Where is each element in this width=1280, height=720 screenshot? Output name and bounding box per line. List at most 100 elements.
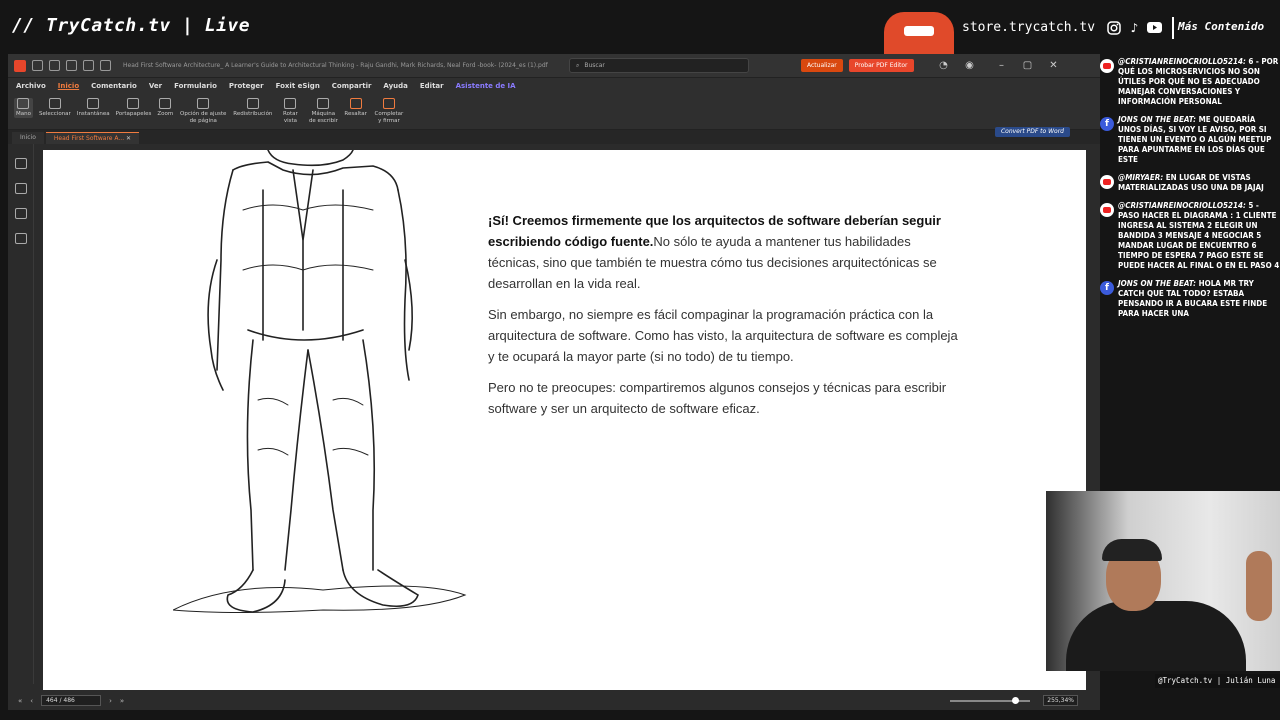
menu-ayuda[interactable]: Ayuda	[383, 82, 407, 90]
highlight-button[interactable]: Resaltar	[344, 98, 367, 118]
attachment-icon[interactable]	[14, 233, 27, 244]
document-tabs: Inicio Head First Software A... ✕ Conver…	[8, 127, 1100, 144]
menu-inicio[interactable]: Inicio	[58, 82, 79, 90]
tab-inicio[interactable]: Inicio	[12, 132, 44, 144]
zoom-level-field[interactable]: 255,34%	[1043, 695, 1078, 706]
minimize-button[interactable]: –	[992, 60, 1012, 71]
page-fit-label: Opción de ajuste de página	[180, 111, 227, 124]
next-page-icon[interactable]: ›	[109, 697, 112, 705]
convert-pdf-to-word-button[interactable]: Convert PDF to Word	[994, 127, 1070, 137]
facebook-icon	[1100, 281, 1114, 295]
menu-foxit-esign[interactable]: Foxit eSign	[276, 82, 320, 90]
search-placeholder: Buscar	[584, 62, 605, 69]
paragraph-3: Pero no te preocupes: compartiremos algu…	[488, 380, 947, 416]
stream-title: // TryCatch.tv | Live	[12, 15, 251, 36]
chat-text: JONS ON THE BEAT: ME QUEDARÍA UNOS DÍAS,…	[1118, 115, 1280, 165]
snapshot-label: Instantánea	[76, 111, 110, 117]
app-logo-icon	[14, 59, 26, 72]
prev-page-icon[interactable]: ‹	[30, 697, 33, 705]
search-icon: ⌕	[576, 61, 580, 69]
chat-body: 5 - PASO HACER EL DIAGRAMA : 1 CLIENTE I…	[1118, 201, 1280, 270]
pages-icon[interactable]	[14, 183, 27, 194]
snapshot-button[interactable]: Instantánea	[77, 98, 110, 118]
reflow-icon	[246, 98, 259, 109]
pdf-reader-window: Head First Software Architecture_ A Lear…	[8, 54, 1100, 710]
tab-document[interactable]: Head First Software A... ✕	[45, 132, 140, 144]
maximize-button[interactable]: ▢	[1018, 60, 1038, 71]
save-icon[interactable]	[49, 60, 60, 71]
redo-icon[interactable]	[100, 60, 111, 71]
last-page-icon[interactable]: »	[120, 697, 124, 705]
chat-username: @CRISTIANREINOCRIOLLO5214:	[1118, 201, 1246, 210]
chat-username: @MIRYAER:	[1118, 173, 1164, 182]
clipboard-icon	[127, 98, 140, 109]
menu-proteger[interactable]: Proteger	[229, 82, 264, 90]
update-button[interactable]: Actualizar	[801, 59, 843, 72]
undo-icon[interactable]	[83, 60, 94, 71]
tiktok-icon: ♪	[1130, 20, 1139, 35]
menu-archivo[interactable]: Archivo	[16, 82, 46, 90]
status-bar: « ‹ 464 / 486 › » 255,34%	[8, 691, 1100, 710]
close-tab-icon[interactable]: ✕	[126, 135, 131, 142]
page-text: ¡Sí! Creemos firmemente que los arquitec…	[488, 210, 958, 429]
first-page-icon[interactable]: «	[18, 697, 22, 705]
title-bar: Head First Software Architecture_ A Lear…	[8, 54, 1100, 78]
try-pdf-editor-button[interactable]: Probar PDF Editor	[848, 59, 914, 72]
menu-comentario[interactable]: Comentario	[91, 82, 137, 90]
paragraph-1: ¡Sí! Creemos firmemente que los arquitec…	[488, 210, 958, 294]
fill-sign-label: Completar y firmar	[374, 111, 404, 124]
chat-text: @MIRYAER: EN LUGAR DE VISTAS MATERIALIZA…	[1118, 173, 1280, 193]
search-input[interactable]: ⌕ Buscar	[569, 58, 749, 73]
person-illustration	[173, 150, 467, 613]
select-tool-button[interactable]: Seleccionar	[39, 98, 71, 118]
paragraph-2: Sin embargo, no siempre es fácil compagi…	[488, 307, 958, 364]
chat-username: JONS ON THE BEAT:	[1118, 279, 1197, 288]
more-content-label: Más Contenido	[1178, 20, 1265, 33]
print-icon[interactable]	[66, 60, 77, 71]
chat-username: JONS ON THE BEAT:	[1118, 115, 1197, 124]
live-chat: @CRISTIANREINOCRIOLLO5214: 6 - POR QUÉ L…	[1100, 54, 1280, 324]
ribbon-toolbar: Mano Seleccionar Instantánea Portapapele…	[8, 94, 1100, 130]
highlight-icon	[349, 98, 362, 109]
store-link: store.trycatch.tv	[962, 20, 1096, 35]
chat-message: @CRISTIANREINOCRIOLLO5214: 6 - POR QUÉ L…	[1100, 57, 1280, 107]
chat-text: @CRISTIANREINOCRIOLLO5214: 5 - PASO HACE…	[1118, 201, 1280, 271]
highlight-label: Resaltar	[344, 111, 367, 117]
zoom-slider[interactable]	[950, 697, 1030, 704]
fill-sign-button[interactable]: Completar y firmar	[373, 98, 405, 125]
chat-text: JONS ON THE BEAT: HOLA MR TRY CATCH QUE …	[1118, 279, 1280, 319]
chat-text: @CRISTIANREINOCRIOLLO5214: 6 - POR QUÉ L…	[1118, 57, 1280, 107]
chat-username: @CRISTIANREINOCRIOLLO5214:	[1118, 57, 1246, 66]
youtube-icon	[1100, 175, 1114, 189]
page-fit-button[interactable]: Opción de ajuste de página	[179, 98, 227, 125]
clipboard-button[interactable]: Portapapeles	[116, 98, 151, 118]
left-panel	[8, 144, 34, 684]
menu-editar[interactable]: Editar	[420, 82, 444, 90]
comments-icon[interactable]	[14, 208, 27, 219]
chat-message: @CRISTIANREINOCRIOLLO5214: 5 - PASO HACE…	[1100, 201, 1280, 271]
menu-compartir[interactable]: Compartir	[332, 82, 372, 90]
zoom-slider-knob[interactable]	[1012, 697, 1019, 704]
menu-ai-assistant[interactable]: Asistente de IA	[456, 82, 516, 90]
zoom-button[interactable]: Zoom	[157, 98, 173, 118]
typewriter-button[interactable]: Máquina de escribir	[308, 98, 338, 125]
zoom-icon	[159, 98, 172, 109]
reflow-label: Redistribución	[233, 111, 273, 117]
open-icon[interactable]	[32, 60, 43, 71]
account-icon[interactable]: ◉	[960, 60, 980, 71]
bell-icon[interactable]: ◔	[934, 60, 954, 71]
hand-tool-button[interactable]: Mano	[14, 98, 33, 118]
rotate-view-button[interactable]: Rotar vista	[278, 98, 302, 125]
instagram-icon	[1106, 20, 1121, 35]
bookmark-icon[interactable]	[14, 158, 27, 169]
chat-message: JONS ON THE BEAT: HOLA MR TRY CATCH QUE …	[1100, 279, 1280, 319]
reflow-button[interactable]: Redistribución	[233, 98, 272, 118]
menu-formulario[interactable]: Formulario	[174, 82, 217, 90]
rotate-label: Rotar vista	[283, 111, 298, 124]
webcam-feed	[1046, 491, 1280, 671]
menu-ver[interactable]: Ver	[149, 82, 162, 90]
close-button[interactable]: ✕	[1044, 60, 1064, 71]
document-title: Head First Software Architecture_ A Lear…	[123, 62, 548, 69]
page-number-field[interactable]: 464 / 486	[41, 695, 102, 706]
youtube-icon	[1100, 203, 1114, 217]
